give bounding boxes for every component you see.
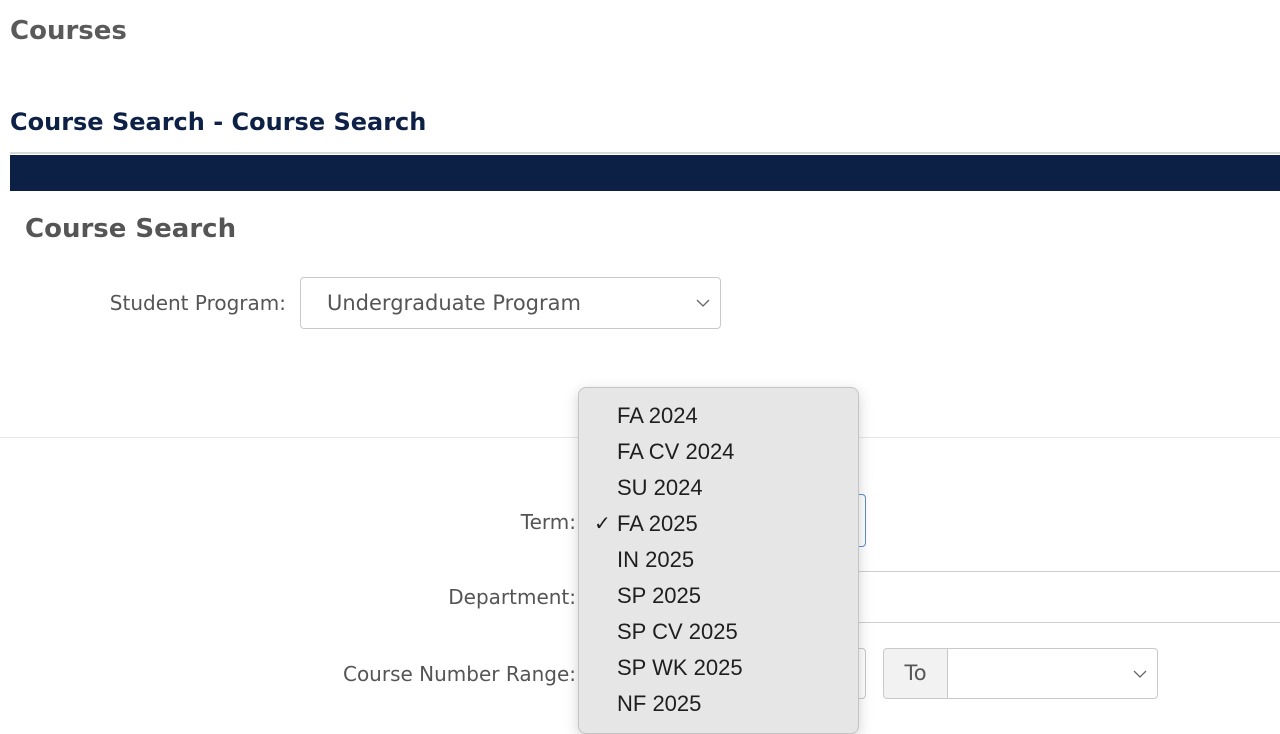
section-title-rule — [10, 152, 1280, 154]
section-title: Course Search - Course Search — [10, 108, 427, 136]
student-program-select[interactable]: Undergraduate Program — [300, 277, 721, 329]
term-option[interactable]: FA CV 2024 — [617, 434, 734, 470]
term-label: Term: — [520, 510, 576, 534]
chevron-down-icon — [696, 299, 710, 307]
term-option[interactable]: SP WK 2025 — [617, 650, 743, 686]
term-option[interactable]: SP CV 2025 — [617, 614, 738, 650]
department-field-bottom-border — [856, 622, 1280, 623]
term-option-selected[interactable]: FA 2025 — [617, 506, 698, 542]
term-option[interactable]: SP 2025 — [617, 578, 701, 614]
term-option[interactable]: IN 2025 — [617, 542, 694, 578]
to-label-addon: To — [883, 648, 947, 699]
page-title: Courses — [10, 16, 127, 46]
term-option[interactable]: NF 2025 — [617, 686, 701, 722]
student-program-value: Undergraduate Program — [327, 291, 581, 315]
course-number-to-select[interactable] — [947, 648, 1158, 699]
term-option[interactable]: SU 2024 — [617, 470, 703, 506]
term-option[interactable]: FA 2024 — [617, 398, 698, 434]
panel-header-bar — [10, 155, 1280, 191]
student-program-label: Student Program: — [109, 291, 286, 315]
department-label: Department: — [448, 585, 576, 609]
term-dropdown-list[interactable]: FA 2024 FA CV 2024 SU 2024 ✓ FA 2025 IN … — [578, 387, 859, 734]
panel-title: Course Search — [25, 214, 237, 244]
checkmark-icon: ✓ — [594, 513, 611, 535]
chevron-down-icon — [1133, 670, 1147, 678]
course-number-range-label: Course Number Range: — [342, 662, 576, 686]
